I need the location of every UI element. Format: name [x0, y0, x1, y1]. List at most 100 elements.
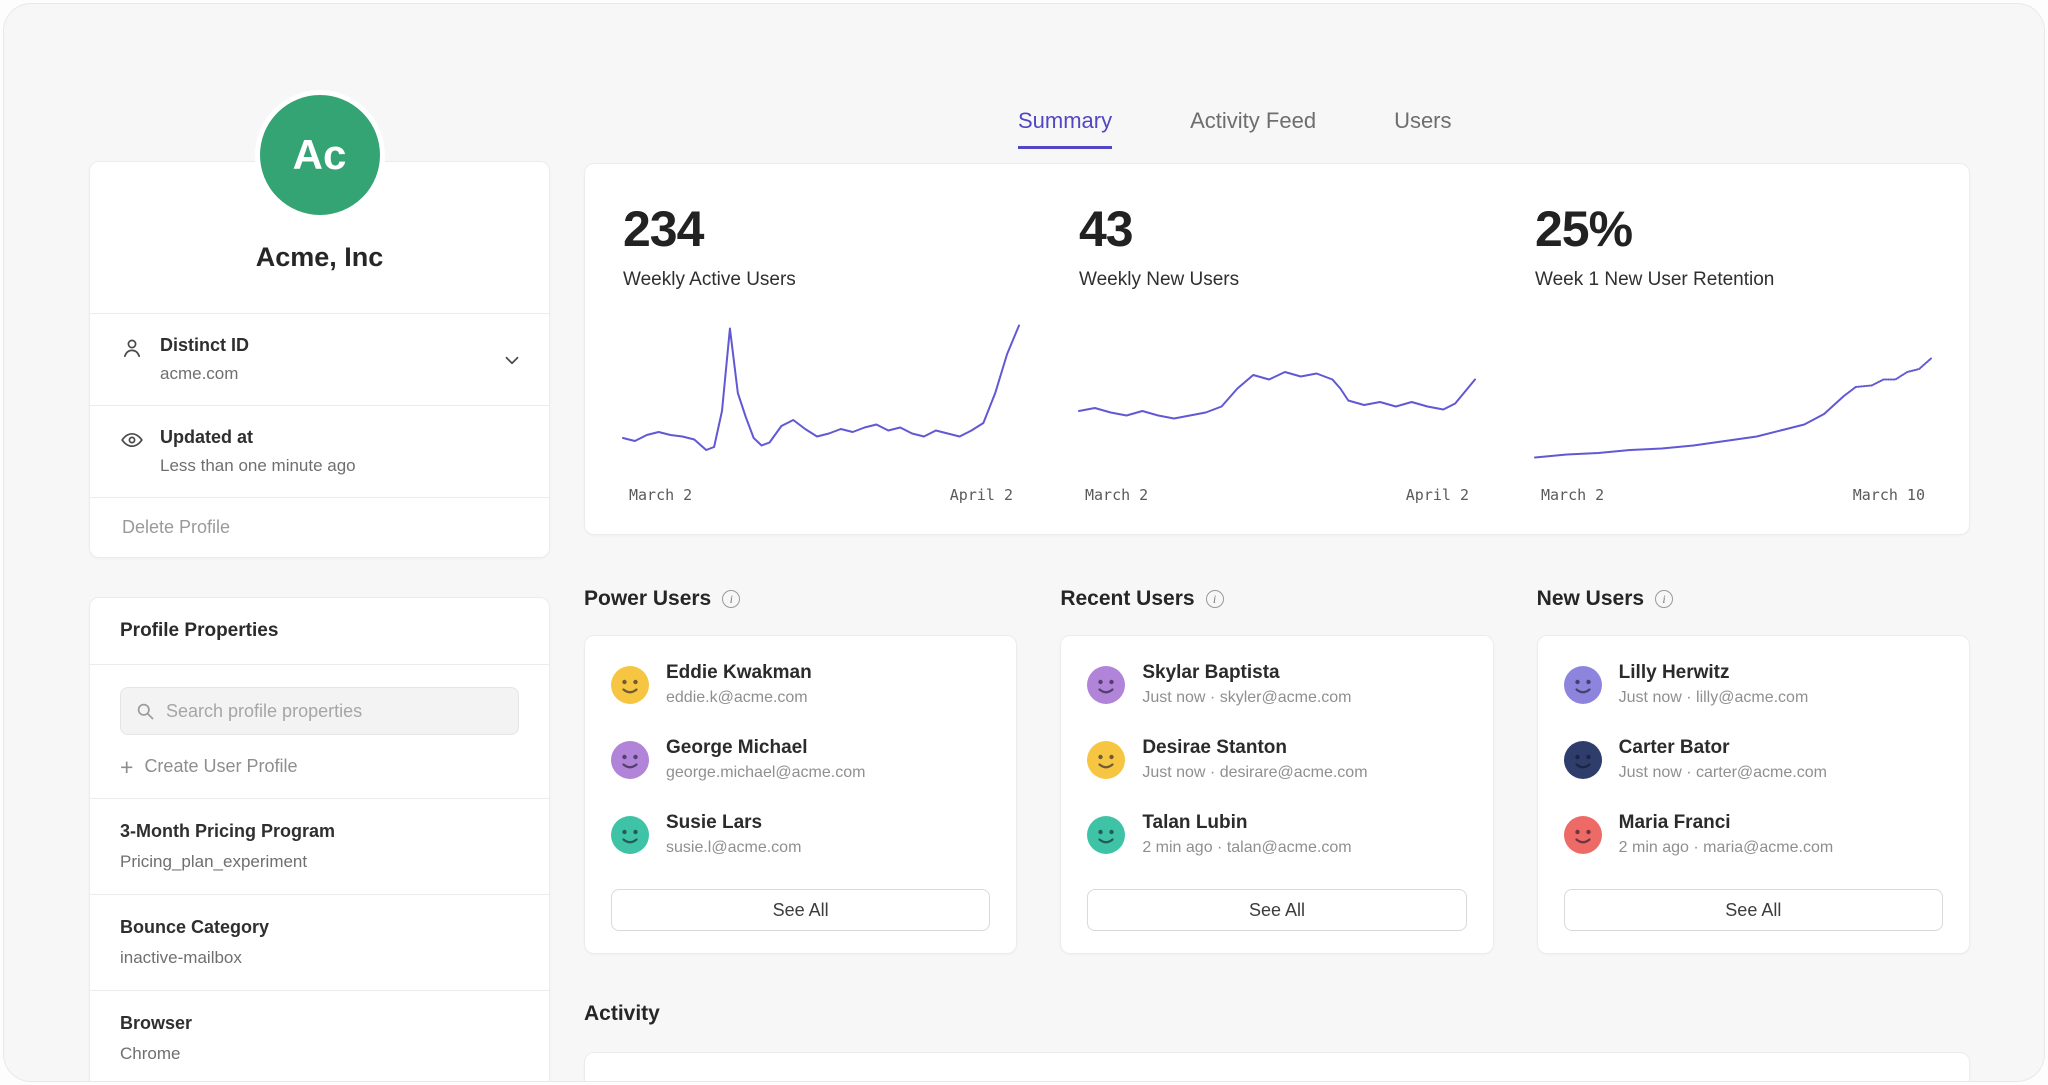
- distinct-id-row[interactable]: Distinct ID acme.com: [90, 314, 549, 405]
- person-icon: [120, 336, 144, 360]
- weekly-new-users-chart: [1079, 321, 1475, 471]
- metric-weekly-new-users: 43 Weekly New Users March 2 April 2: [1079, 202, 1475, 504]
- metric-weekly-active-users: 234 Weekly Active Users March 2 April 2: [623, 202, 1019, 504]
- new-users-group: New Users i Lilly Herwitz Just now · lil…: [1537, 587, 1970, 954]
- user-meta: susie.l@acme.com: [666, 839, 801, 857]
- metric-label: Weekly Active Users: [623, 269, 1019, 291]
- user-avatar: [1564, 666, 1602, 704]
- user-meta: Just now · carter@acme.com: [1619, 764, 1827, 782]
- x-axis-end-label: March 10: [1853, 486, 1925, 504]
- info-icon[interactable]: i: [722, 590, 740, 608]
- user-name: George Michael: [666, 737, 865, 759]
- activity-section-title: Activity: [584, 1002, 1970, 1026]
- search-icon: [135, 701, 155, 721]
- user-name: Skylar Baptista: [1142, 662, 1351, 684]
- company-avatar: Ac: [255, 90, 385, 220]
- metric-value: 25%: [1535, 202, 1931, 257]
- user-name: Maria Franci: [1619, 812, 1834, 834]
- x-axis-end-label: April 2: [950, 486, 1013, 504]
- user-name: Susie Lars: [666, 812, 801, 834]
- metric-value: 43: [1079, 202, 1475, 257]
- summary-metrics-card: 234 Weekly Active Users March 2 April 2 …: [584, 163, 1970, 535]
- chevron-down-icon[interactable]: [501, 349, 523, 371]
- user-name: Talan Lubin: [1142, 812, 1351, 834]
- main-content: Summary Activity Feed Users 234 Weekly A…: [584, 4, 1970, 1082]
- distinct-id-label: Distinct ID: [160, 335, 249, 356]
- profile-properties-card: Profile Properties + Create User Profile…: [89, 597, 550, 1082]
- property-name: 3-Month Pricing Program: [120, 821, 519, 842]
- create-user-profile-button[interactable]: + Create User Profile: [90, 735, 549, 798]
- user-row[interactable]: Eddie Kwakman eddie.k@acme.com: [611, 662, 990, 707]
- company-avatar-initials: Ac: [293, 131, 347, 179]
- divider: [90, 664, 549, 665]
- property-row-bounce-category[interactable]: Bounce Category inactive-mailbox: [90, 895, 549, 990]
- search-profile-properties[interactable]: [120, 687, 519, 735]
- user-avatar: [1087, 741, 1125, 779]
- updated-at-value: Less than one minute ago: [160, 456, 356, 476]
- property-name: Bounce Category: [120, 917, 519, 938]
- recent-users-title: Recent Users: [1060, 587, 1194, 611]
- user-row[interactable]: Talan Lubin 2 min ago · talan@acme.com: [1087, 812, 1466, 857]
- user-row[interactable]: Desirae Stanton Just now · desirare@acme…: [1087, 737, 1466, 782]
- user-meta: Just now · desirare@acme.com: [1142, 764, 1367, 782]
- info-icon[interactable]: i: [1206, 590, 1224, 608]
- property-value: inactive-mailbox: [120, 948, 519, 968]
- x-axis-start-label: March 2: [1541, 486, 1604, 504]
- weekly-active-users-chart: [623, 321, 1019, 471]
- property-name: Browser: [120, 1013, 519, 1034]
- user-meta: 2 min ago · talan@acme.com: [1142, 839, 1351, 857]
- user-row[interactable]: Maria Franci 2 min ago · maria@acme.com: [1564, 812, 1943, 857]
- user-avatar: [1564, 741, 1602, 779]
- user-row[interactable]: Lilly Herwitz Just now · lilly@acme.com: [1564, 662, 1943, 707]
- x-axis-start-label: March 2: [1085, 486, 1148, 504]
- metric-value: 234: [623, 202, 1019, 257]
- property-row-pricing-program[interactable]: 3-Month Pricing Program Pricing_plan_exp…: [90, 799, 549, 894]
- user-meta: Just now · skyler@acme.com: [1142, 689, 1351, 707]
- create-user-profile-label: Create User Profile: [144, 756, 297, 777]
- profile-sidebar: Ac Acme, Inc Distinct ID acme.com: [89, 4, 550, 1082]
- tab-bar: Summary Activity Feed Users: [1018, 108, 1970, 149]
- user-meta: 2 min ago · maria@acme.com: [1619, 839, 1834, 857]
- user-meta: Just now · lilly@acme.com: [1619, 689, 1809, 707]
- power-users-title: Power Users: [584, 587, 711, 611]
- see-all-button[interactable]: See All: [1087, 889, 1466, 931]
- property-value: Chrome: [120, 1044, 519, 1064]
- user-meta: george.michael@acme.com: [666, 764, 865, 782]
- profile-properties-title: Profile Properties: [90, 598, 549, 664]
- user-meta: eddie.k@acme.com: [666, 689, 812, 707]
- app-frame: Ac Acme, Inc Distinct ID acme.com: [3, 3, 2045, 1082]
- updated-at-row: Updated at Less than one minute ago: [90, 406, 549, 497]
- week1-retention-chart: [1535, 321, 1931, 471]
- user-row[interactable]: Susie Lars susie.l@acme.com: [611, 812, 990, 857]
- see-all-button[interactable]: See All: [611, 889, 990, 931]
- user-row[interactable]: Skylar Baptista Just now · skyler@acme.c…: [1087, 662, 1466, 707]
- user-name: Eddie Kwakman: [666, 662, 812, 684]
- x-axis-end-label: April 2: [1406, 486, 1469, 504]
- new-users-title: New Users: [1537, 587, 1644, 611]
- profile-card: Acme, Inc Distinct ID acme.com: [89, 161, 550, 558]
- user-name: Lilly Herwitz: [1619, 662, 1809, 684]
- see-all-button[interactable]: See All: [1564, 889, 1943, 931]
- recent-users-group: Recent Users i Skylar Baptista Just now …: [1060, 587, 1493, 954]
- delete-profile-button[interactable]: Delete Profile: [90, 498, 549, 557]
- distinct-id-value: acme.com: [160, 364, 249, 384]
- info-icon[interactable]: i: [1655, 590, 1673, 608]
- search-profile-properties-input[interactable]: [166, 701, 504, 722]
- user-avatar: [1087, 816, 1125, 854]
- tab-users[interactable]: Users: [1394, 108, 1451, 149]
- user-row[interactable]: Carter Bator Just now · carter@acme.com: [1564, 737, 1943, 782]
- new-users-card: Lilly Herwitz Just now · lilly@acme.com …: [1537, 635, 1970, 954]
- user-avatar: [611, 741, 649, 779]
- property-row-browser[interactable]: Browser Chrome: [90, 991, 549, 1082]
- metric-label: Week 1 New User Retention: [1535, 269, 1931, 291]
- user-avatar: [611, 816, 649, 854]
- property-value: Pricing_plan_experiment: [120, 852, 519, 872]
- power-users-card: Eddie Kwakman eddie.k@acme.com George Mi…: [584, 635, 1017, 954]
- tab-activity-feed[interactable]: Activity Feed: [1190, 108, 1316, 149]
- user-avatar: [1564, 816, 1602, 854]
- updated-at-label: Updated at: [160, 427, 356, 448]
- metric-label: Weekly New Users: [1079, 269, 1475, 291]
- user-row[interactable]: George Michael george.michael@acme.com: [611, 737, 990, 782]
- tab-summary[interactable]: Summary: [1018, 108, 1112, 149]
- user-lists-row: Power Users i Eddie Kwakman eddie.k@acme…: [584, 587, 1970, 954]
